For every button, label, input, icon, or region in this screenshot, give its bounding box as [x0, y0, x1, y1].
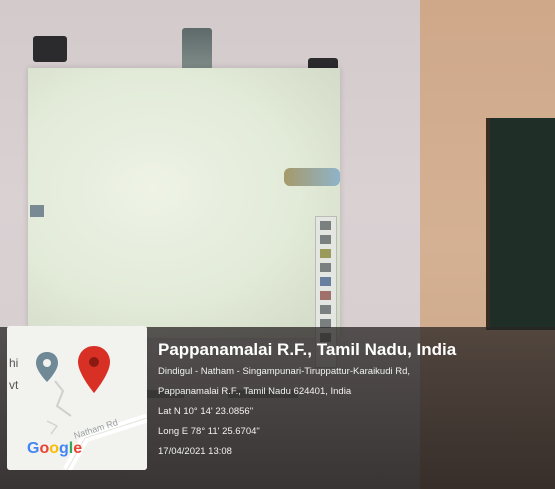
map-thumbnail: hi vt Natham Rd Google: [7, 326, 147, 470]
latitude: Lat N 10° 14' 23.0856": [158, 406, 254, 417]
map-label-fragment-bottom: vt: [9, 378, 19, 392]
photo-scene: hi vt Natham Rd Google Pappanamalai R.F.…: [0, 0, 555, 489]
speaker-left: [33, 36, 67, 62]
screen-side-button: [30, 205, 44, 217]
timestamp: 17/04/2021 13:08: [158, 446, 232, 457]
location-title: Pappanamalai R.F., Tamil Nadu, India: [158, 340, 457, 359]
screen-app-icons: [284, 168, 340, 186]
longitude: Long E 78° 11' 25.6704": [158, 426, 260, 437]
map-label-fragment-top: hi: [9, 356, 19, 370]
projection-screen: [28, 68, 340, 398]
address-line: Pappanamalai R.F., Tamil Nadu 624401, In…: [158, 386, 352, 397]
google-logo: Google: [27, 440, 83, 457]
chalkboard: [486, 118, 555, 330]
road-name: Dindigul - Natham - Singampunari-Tiruppa…: [158, 366, 411, 377]
location-info: Pappanamalai R.F., Tamil Nadu, India Din…: [158, 340, 548, 466]
